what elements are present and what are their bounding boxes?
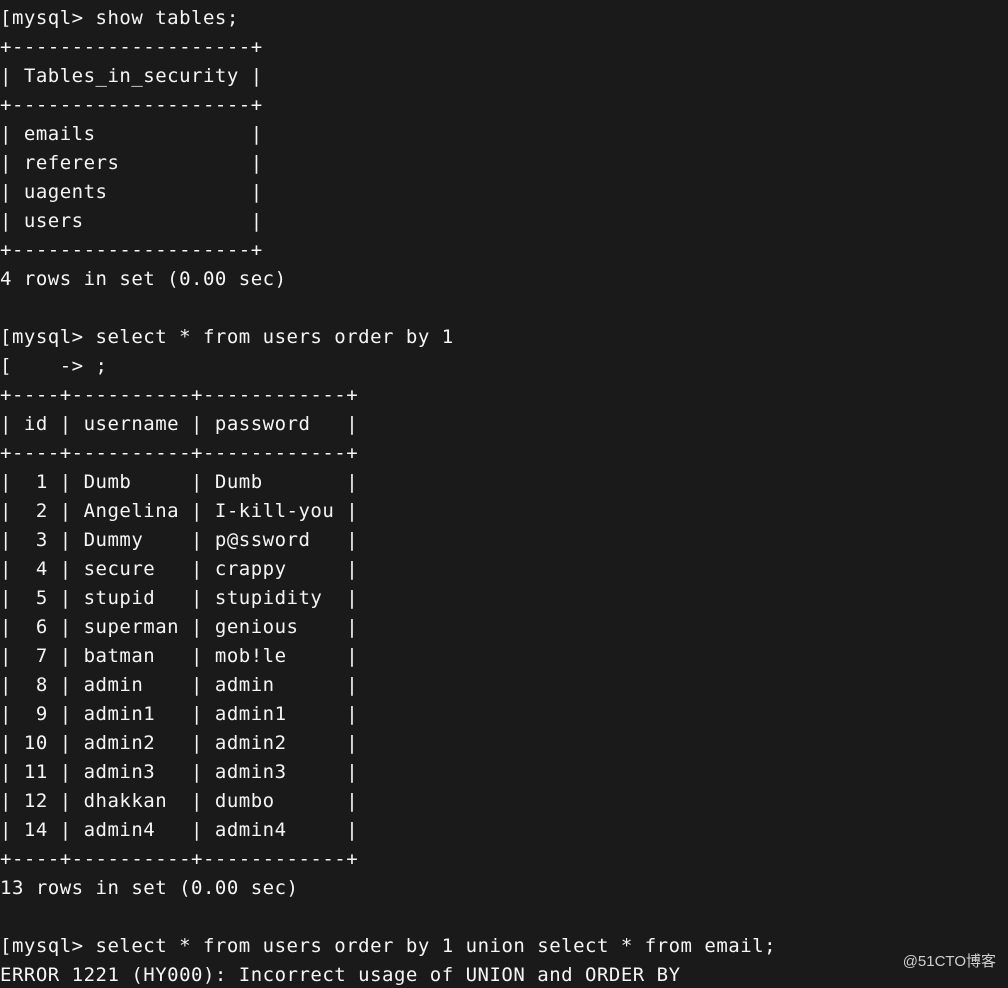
command-continuation: ; [96, 355, 108, 377]
table-row: | 1 | Dumb | Dumb | [0, 471, 358, 493]
table-row: | 6 | superman | genious | [0, 616, 358, 638]
table-row: | 14 | admin4 | admin4 | [0, 819, 358, 841]
table-row: | 9 | admin1 | admin1 | [0, 703, 358, 725]
table-row: | 10 | admin2 | admin2 | [0, 732, 358, 754]
prompt: [mysql> [0, 326, 96, 348]
prompt-continuation: [ -> [0, 355, 96, 377]
watermark: @51CTO博客 [903, 947, 996, 976]
table-row: | users | [0, 210, 263, 232]
table-border: +----+----------+------------+ [0, 442, 358, 464]
command-union-error: select * from users order by 1 union sel… [96, 935, 777, 957]
table-row: | 3 | Dummy | p@ssword | [0, 529, 358, 551]
command-select-users: select * from users order by 1 [96, 326, 454, 348]
table-border: +--------------------+ [0, 239, 263, 261]
prompt: [mysql> [0, 935, 96, 957]
table-row: | referers | [0, 152, 263, 174]
table-border: +--------------------+ [0, 36, 263, 58]
result-summary: 4 rows in set (0.00 sec) [0, 268, 287, 290]
table-row: | 4 | secure | crappy | [0, 558, 358, 580]
terminal-output[interactable]: [mysql> show tables; +------------------… [0, 0, 1008, 988]
table-row: | 12 | dhakkan | dumbo | [0, 790, 358, 812]
command-show-tables: show tables; [96, 7, 239, 29]
table-border: +----+----------+------------+ [0, 848, 358, 870]
table-row: | 8 | admin | admin | [0, 674, 358, 696]
table-row: | 5 | stupid | stupidity | [0, 587, 358, 609]
table-row: | 11 | admin3 | admin3 | [0, 761, 358, 783]
table-row: | 7 | batman | mob!le | [0, 645, 358, 667]
error-line: ERROR 1221 (HY000): Incorrect usage of U… [0, 964, 681, 986]
prompt: [mysql> [0, 7, 96, 29]
table-row: | 2 | Angelina | I-kill-you | [0, 500, 358, 522]
table-border: +----+----------+------------+ [0, 384, 358, 406]
table-row: | uagents | [0, 181, 263, 203]
table-border: +--------------------+ [0, 94, 263, 116]
users-header-row: | id | username | password | [0, 413, 358, 435]
table-row: | emails | [0, 123, 263, 145]
result-summary: 13 rows in set (0.00 sec) [0, 877, 298, 899]
tables-header-row: | Tables_in_security | [0, 65, 263, 87]
